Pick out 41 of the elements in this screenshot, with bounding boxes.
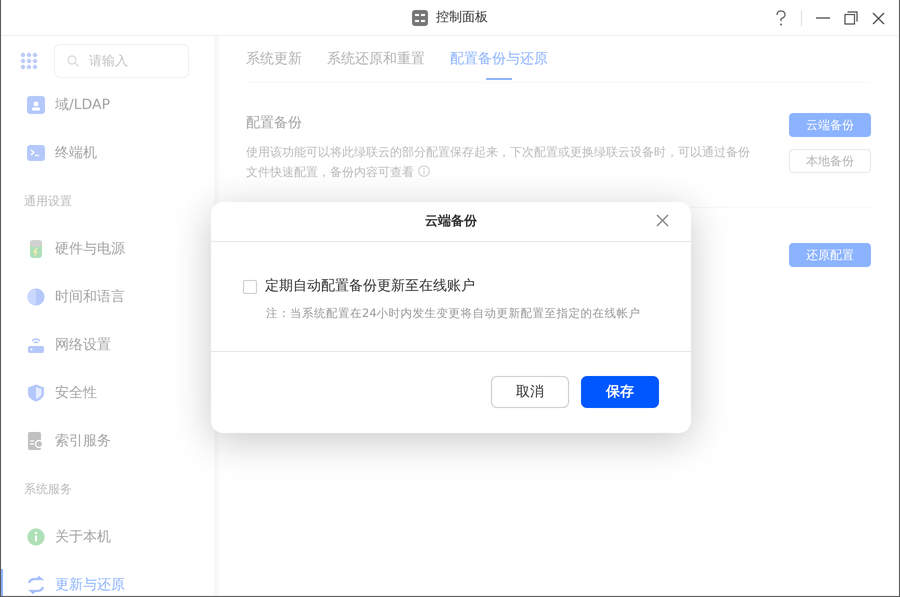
sidebar-item[interactable]: 关于本机 <box>1 513 214 561</box>
close-button[interactable] <box>656 214 669 227</box>
checkbox[interactable] <box>243 280 257 294</box>
terminal-icon <box>27 144 45 162</box>
button[interactable]: 还原配置 <box>789 243 871 267</box>
section-description: 使用该功能可以将此绿联云的部分配置保存起来，下次配置或更换绿联云设备时，可以通过备份文件快速配置，备份内容可查看 <box>246 144 751 181</box>
tab[interactable]: 系统还原和重置 <box>327 36 425 82</box>
section-header: 通用设置 <box>24 193 72 210</box>
sidebar-item[interactable]: 硬件与电源 <box>1 225 214 273</box>
sidebar-item[interactable]: 终端机 <box>1 129 214 177</box>
button[interactable]: 本地备份 <box>789 149 871 173</box>
sidebar-item[interactable]: 时间和语言 <box>1 273 214 321</box>
search-icon <box>67 55 79 67</box>
info-icon <box>27 528 45 546</box>
cancel-button[interactable]: 取消 <box>491 376 569 408</box>
section-header: 系统服务 <box>24 481 72 498</box>
sync-icon <box>27 576 45 594</box>
sidebar-item[interactable]: 安全性 <box>1 369 214 417</box>
note-text: 注：当系统配置在24小时内发生变更将自动更新配置至指定的在线帐户 <box>266 305 642 322</box>
shield-icon <box>27 384 45 402</box>
battery-icon <box>27 240 45 258</box>
save-button[interactable]: 保存 <box>581 376 659 408</box>
section-title: 配置备份 <box>246 114 303 133</box>
window-title: 控制面板 <box>436 8 488 27</box>
checkbox-label[interactable]: 定期自动配置备份更新至在线账户 <box>265 276 475 297</box>
help-icon[interactable] <box>775 10 787 26</box>
close-icon[interactable] <box>872 12 885 24</box>
button[interactable]: 云端备份 <box>789 113 871 137</box>
sidebar-item[interactable]: 索引服务 <box>1 417 214 465</box>
sidebar-item[interactable]: 域/LDAP <box>1 81 214 129</box>
search-field[interactable]: 请输入 <box>54 44 189 78</box>
close-icon <box>656 214 669 227</box>
tab[interactable]: 系统更新 <box>246 36 302 82</box>
sidebar-item[interactable]: 网络设置 <box>1 321 214 369</box>
user-card-icon <box>27 96 45 114</box>
tab[interactable]: 配置备份与还原 <box>450 36 548 82</box>
router-icon <box>27 336 45 354</box>
dialog-title: 云端备份 <box>425 212 477 231</box>
control-panel-icon <box>412 10 428 26</box>
document-search-icon <box>27 432 45 450</box>
restore-icon[interactable] <box>844 11 858 25</box>
